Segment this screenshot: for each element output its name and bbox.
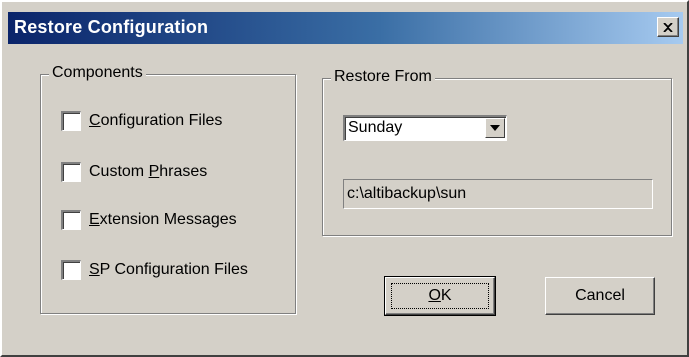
components-label: Components (49, 64, 146, 82)
restore-from-label: Restore From (331, 68, 435, 86)
backup-path-value: c:\altibackup\sun (347, 185, 467, 202)
restore-configuration-dialog: Restore Configuration Components Configu… (0, 0, 689, 357)
extension-messages-checkbox[interactable] (61, 210, 81, 230)
close-icon (663, 22, 673, 32)
focus-rectangle (391, 283, 489, 309)
restore-from-group: Restore From Sunday c:\altibackup\sun (322, 68, 672, 236)
custom-phrases-checkbox-row[interactable]: Custom Phrases (61, 160, 207, 184)
sp-configuration-files-checkbox-row[interactable]: SP Configuration Files (61, 258, 248, 282)
configuration-files-label: Configuration Files (89, 112, 223, 129)
dropdown-arrow-icon (490, 125, 500, 131)
close-button[interactable] (657, 17, 679, 37)
extension-messages-checkbox-row[interactable]: Extension Messages (61, 208, 237, 232)
cancel-button[interactable]: Cancel (545, 277, 655, 315)
day-select-value: Sunday (348, 119, 403, 136)
components-group: Components Configuration Files Custom Ph… (40, 64, 296, 314)
configuration-files-checkbox-row[interactable]: Configuration Files (61, 109, 222, 133)
cancel-button-label: Cancel (575, 287, 625, 304)
day-select-dropdown-button[interactable] (485, 118, 505, 138)
backup-path-field: c:\altibackup\sun (343, 179, 653, 209)
custom-phrases-label: Custom Phrases (89, 163, 208, 180)
sp-configuration-files-checkbox[interactable] (61, 260, 81, 280)
ok-button[interactable]: OK (384, 276, 496, 316)
custom-phrases-checkbox[interactable] (61, 162, 81, 182)
window-title: Restore Configuration (14, 17, 209, 37)
title-bar[interactable]: Restore Configuration (8, 12, 683, 44)
extension-messages-label: Extension Messages (89, 211, 237, 228)
day-select[interactable]: Sunday (343, 115, 507, 141)
sp-configuration-files-label: SP Configuration Files (89, 261, 248, 278)
configuration-files-checkbox[interactable] (61, 111, 81, 131)
